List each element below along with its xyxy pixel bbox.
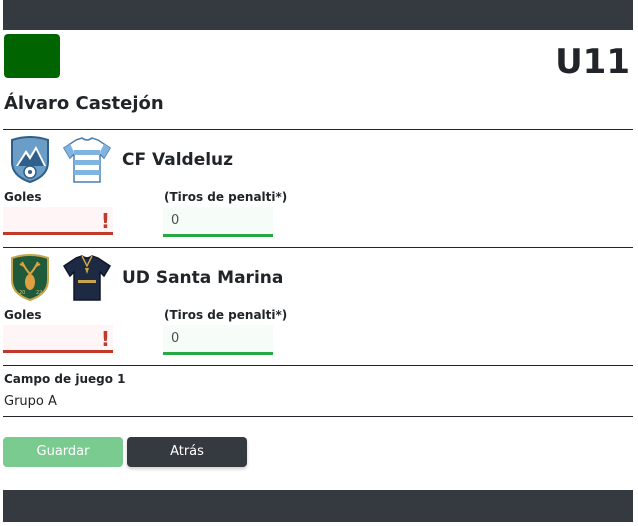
- away-goals-input[interactable]: !: [3, 325, 113, 353]
- shield-mountain-crest-icon: [11, 136, 49, 184]
- home-goals-label: Goles: [4, 190, 42, 204]
- home-goals-input[interactable]: !: [3, 207, 113, 235]
- warning-icon: !: [100, 209, 110, 233]
- footer-bar: [3, 490, 633, 522]
- venue-field: Campo de juego 1: [4, 372, 126, 386]
- home-penalties-label: (Tiros de penalti*): [164, 190, 288, 204]
- save-button[interactable]: Guardar: [3, 437, 123, 467]
- category-title: U11: [555, 42, 630, 82]
- away-penalties-input[interactable]: 0: [163, 325, 273, 355]
- home-team-name: CF Valdeluz: [122, 150, 234, 170]
- svg-text:22: 22: [36, 290, 42, 296]
- divider: [3, 416, 633, 417]
- svg-text:20: 20: [19, 290, 25, 296]
- referee-name: Álvaro Castejón: [4, 93, 164, 114]
- divider: [3, 129, 633, 130]
- venue-group: Grupo A: [4, 394, 57, 409]
- warning-icon: !: [100, 327, 110, 351]
- navy-shirt-icon: [62, 255, 112, 301]
- divider: [3, 247, 633, 248]
- divider: [3, 365, 633, 366]
- away-goals-label: Goles: [4, 308, 42, 322]
- back-button[interactable]: Atrás: [127, 437, 247, 467]
- home-team-row: CF Valdeluz: [8, 136, 233, 184]
- top-navbar: [3, 0, 633, 30]
- app-logo[interactable]: [4, 34, 60, 78]
- away-team-row: 20 22 UD Santa Marina: [8, 254, 283, 302]
- away-penalties-label: (Tiros de penalti*): [164, 308, 288, 322]
- shield-deer-crest-icon: 20 22: [11, 254, 49, 302]
- blue-white-striped-shirt-icon: [62, 137, 112, 183]
- away-team-name: UD Santa Marina: [122, 268, 284, 288]
- home-penalties-input[interactable]: 0: [163, 207, 273, 237]
